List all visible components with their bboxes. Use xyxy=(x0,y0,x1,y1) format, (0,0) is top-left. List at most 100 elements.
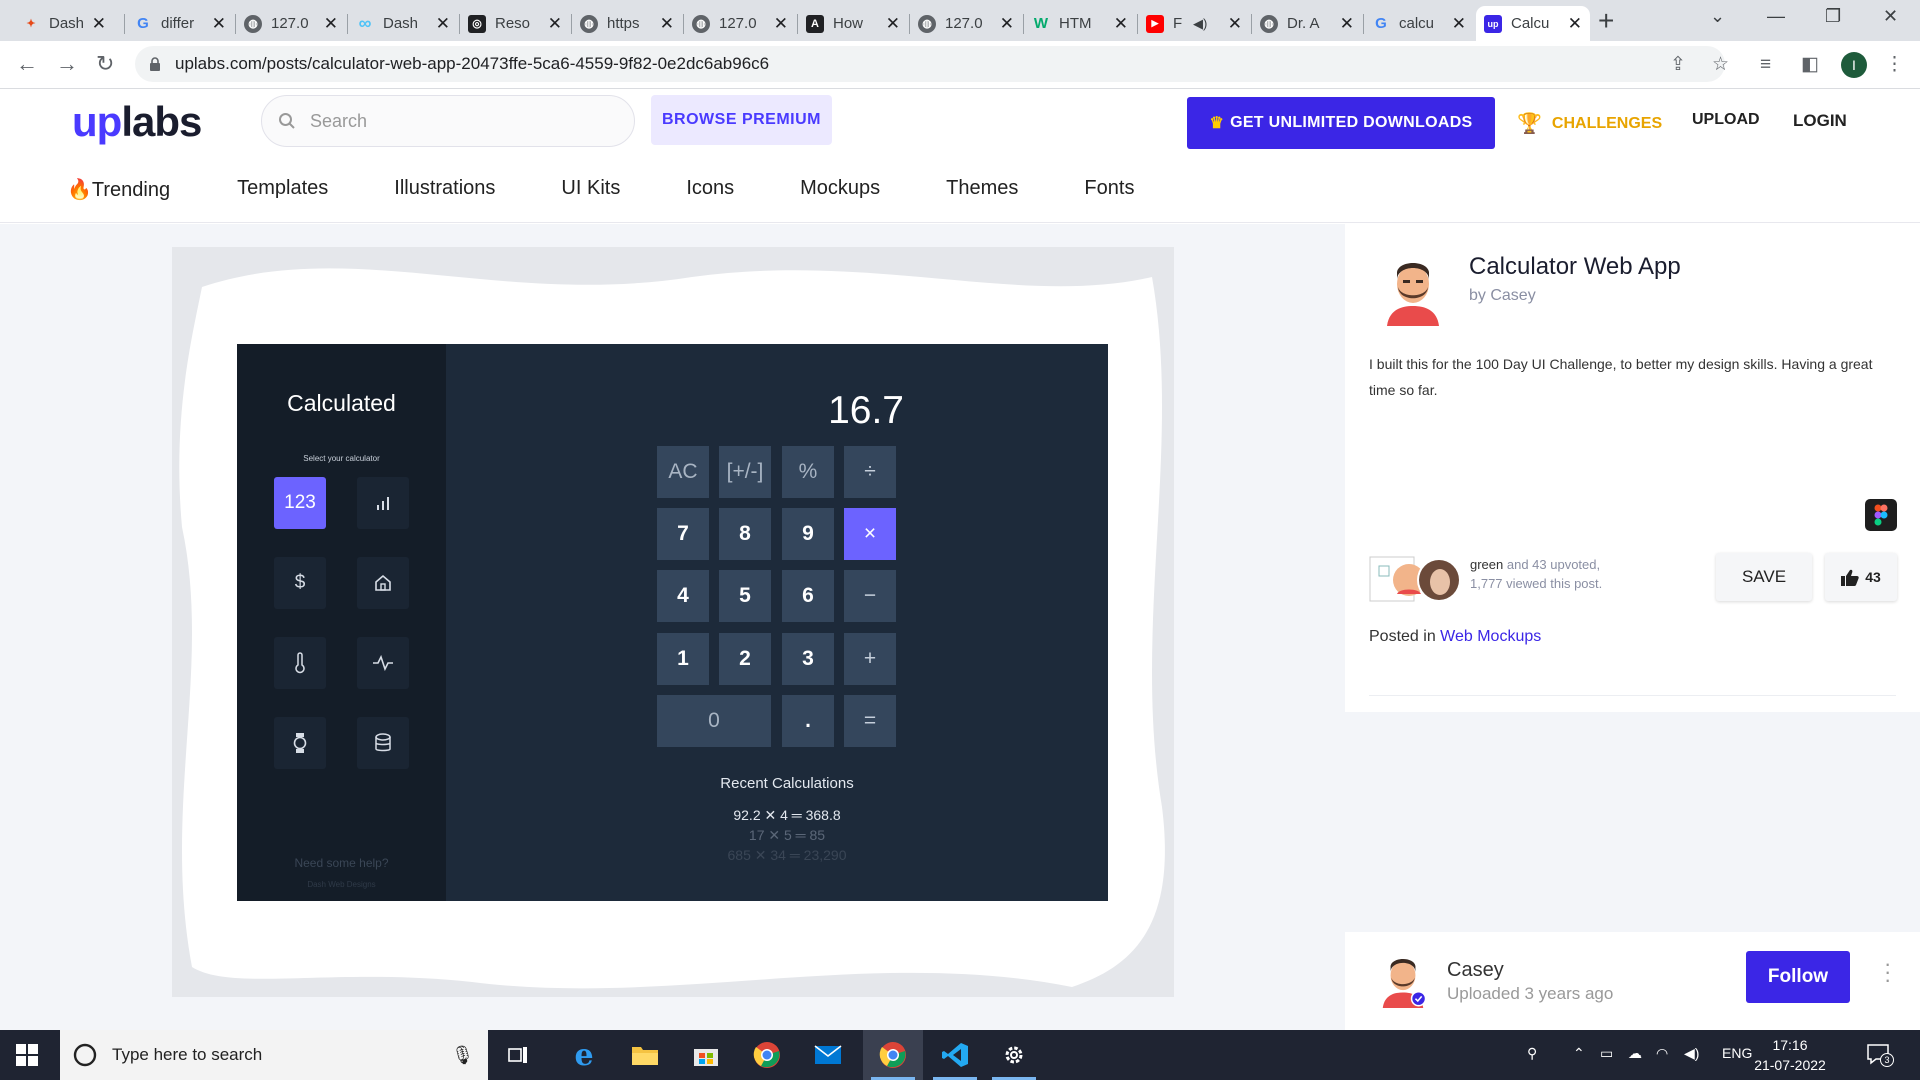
category-icons[interactable]: Icons xyxy=(686,177,734,202)
tab-close-icon[interactable]: ✕ xyxy=(774,15,788,32)
key-9[interactable]: 9 xyxy=(782,508,834,560)
settings-gear-icon[interactable] xyxy=(984,1030,1044,1080)
close-window-button[interactable]: ✕ xyxy=(1883,6,1898,27)
browser-tab[interactable]: G calcu ✕ xyxy=(1364,6,1474,41)
speaker-icon[interactable]: ◀) xyxy=(1193,16,1207,32)
reload-icon[interactable]: ↻ xyxy=(96,53,114,75)
key-7[interactable]: 7 xyxy=(657,508,709,560)
edge-icon[interactable]: e xyxy=(554,1030,614,1080)
key-0[interactable]: 0 xyxy=(657,695,771,747)
key-5[interactable]: 5 xyxy=(719,570,771,622)
database-icon[interactable] xyxy=(357,717,409,769)
key-3[interactable]: 3 xyxy=(782,633,834,685)
browser-tab[interactable]: ◍ 127.0 ✕ xyxy=(684,6,796,41)
browser-tab[interactable]: ◍ 127.0 ✕ xyxy=(910,6,1022,41)
category-templates[interactable]: Templates xyxy=(237,177,328,202)
key-percent[interactable]: % xyxy=(782,446,834,498)
challenges-link[interactable]: 🏆 CHALLENGES xyxy=(1517,111,1662,136)
onedrive-icon[interactable]: ☁ xyxy=(1628,1045,1642,1062)
browser-tab[interactable]: W HTM ✕ xyxy=(1024,6,1136,41)
key-1[interactable]: 1 xyxy=(657,633,709,685)
help-link[interactable]: Need some help? xyxy=(237,856,446,870)
address-bar[interactable]: uplabs.com/posts/calculator-web-app-2047… xyxy=(135,46,1725,82)
clock[interactable]: 17:16 21-07-2022 xyxy=(1750,1035,1830,1075)
key-add[interactable]: + xyxy=(844,633,896,685)
profile-avatar[interactable]: I xyxy=(1841,52,1867,78)
back-icon[interactable]: ← xyxy=(16,53,38,75)
media-control-icon[interactable]: ≡ xyxy=(1760,55,1771,74)
tab-close-icon[interactable]: ✕ xyxy=(1114,15,1128,32)
more-options-icon[interactable]: · · · xyxy=(1884,953,1891,991)
browser-tab[interactable]: ◍ 127.0 ✕ xyxy=(236,6,346,41)
share-icon[interactable]: ⇪ xyxy=(1670,55,1686,74)
thermometer-icon[interactable] xyxy=(274,637,326,689)
post-preview-image[interactable]: Calculated Select your calculator 123 $ xyxy=(172,247,1174,997)
tab-close-icon[interactable]: ✕ xyxy=(1568,15,1582,32)
side-panel-icon[interactable]: ◧ xyxy=(1801,55,1819,74)
language-indicator[interactable]: ENG xyxy=(1722,1045,1752,1061)
tab-close-icon[interactable]: ✕ xyxy=(212,15,226,32)
key-6[interactable]: 6 xyxy=(782,570,834,622)
home-icon[interactable] xyxy=(357,557,409,609)
key-8[interactable]: 8 xyxy=(719,508,771,560)
pulse-icon[interactable] xyxy=(357,637,409,689)
category-link[interactable]: Web Mockups xyxy=(1440,628,1541,645)
search-input[interactable]: Search xyxy=(261,95,635,147)
follow-button[interactable]: Follow xyxy=(1746,951,1850,1003)
wifi-icon[interactable]: ◠ xyxy=(1656,1045,1668,1062)
login-link[interactable]: LOGIN xyxy=(1793,111,1847,131)
tab-search-icon[interactable]: ⌄ xyxy=(1710,6,1725,27)
chrome-active-icon[interactable] xyxy=(863,1030,923,1080)
forward-icon[interactable]: → xyxy=(56,53,78,75)
browser-tab[interactable]: ▶ F ◀) ✕ xyxy=(1138,6,1250,41)
post-byline[interactable]: by Casey xyxy=(1469,287,1536,305)
key-sign[interactable]: [+/-] xyxy=(719,446,771,498)
dollar-icon[interactable]: $ xyxy=(274,557,326,609)
category-trending[interactable]: 🔥Trending xyxy=(67,177,170,202)
upvoter-name[interactable]: green xyxy=(1470,557,1503,572)
tab-close-icon[interactable]: ✕ xyxy=(1452,15,1466,32)
key-multiply[interactable]: × xyxy=(844,508,896,560)
like-button[interactable]: 43 xyxy=(1825,553,1897,601)
new-tab-button[interactable]: + xyxy=(1598,6,1614,36)
get-unlimited-downloads-button[interactable]: ♛ GET UNLIMITED DOWNLOADS xyxy=(1187,97,1495,149)
browser-tab[interactable]: ◎ Reso ✕ xyxy=(460,6,570,41)
vscode-icon[interactable] xyxy=(925,1030,985,1080)
author-bar-avatar[interactable] xyxy=(1377,952,1429,1008)
menu-dots-icon[interactable]: ⋮ xyxy=(1885,55,1904,74)
taskbar-search-input[interactable]: Type here to search 🎙 xyxy=(60,1030,488,1080)
tab-close-icon[interactable]: ✕ xyxy=(1340,15,1354,32)
browser-tab[interactable]: A How ✕ xyxy=(798,6,908,41)
key-subtract[interactable]: − xyxy=(844,570,896,622)
figma-icon[interactable] xyxy=(1865,499,1897,531)
tab-close-icon[interactable]: ✕ xyxy=(548,15,562,32)
upvoter-avatars[interactable] xyxy=(1369,554,1469,606)
tray-chevron-icon[interactable]: ⌃ xyxy=(1573,1045,1585,1062)
uplabs-logo[interactable]: uplabs xyxy=(72,99,202,145)
tab-close-icon[interactable]: ✕ xyxy=(660,15,674,32)
key-4[interactable]: 4 xyxy=(657,570,709,622)
browse-premium-button[interactable]: BROWSE PREMIUM xyxy=(651,95,832,145)
key-ac[interactable]: AC xyxy=(657,446,709,498)
category-fonts[interactable]: Fonts xyxy=(1084,177,1134,202)
task-view-icon[interactable] xyxy=(488,1030,548,1080)
watch-icon[interactable] xyxy=(274,717,326,769)
category-ui-kits[interactable]: UI Kits xyxy=(561,177,620,202)
file-explorer-icon[interactable] xyxy=(615,1030,675,1080)
tab-close-icon[interactable]: ✕ xyxy=(92,15,106,32)
key-equals[interactable]: = xyxy=(844,695,896,747)
chrome-icon[interactable] xyxy=(737,1030,797,1080)
minimize-button[interactable]: — xyxy=(1767,6,1785,27)
browser-tab[interactable]: ✦ Dash ✕ xyxy=(14,6,114,41)
battery-icon[interactable]: ▭ xyxy=(1600,1045,1613,1062)
category-illustrations[interactable]: Illustrations xyxy=(394,177,495,202)
upload-link[interactable]: UPLOAD xyxy=(1692,111,1760,129)
author-name[interactable]: Casey xyxy=(1447,959,1504,982)
tab-close-icon[interactable]: ✕ xyxy=(436,15,450,32)
browser-tab[interactable]: ◍ https ✕ xyxy=(572,6,682,41)
store-icon[interactable] xyxy=(676,1030,736,1080)
windows-start-icon[interactable] xyxy=(16,1044,38,1066)
browser-tab[interactable]: ◍ Dr. A ✕ xyxy=(1252,6,1362,41)
tab-close-icon[interactable]: ✕ xyxy=(1228,15,1242,32)
tab-close-icon[interactable]: ✕ xyxy=(886,15,900,32)
